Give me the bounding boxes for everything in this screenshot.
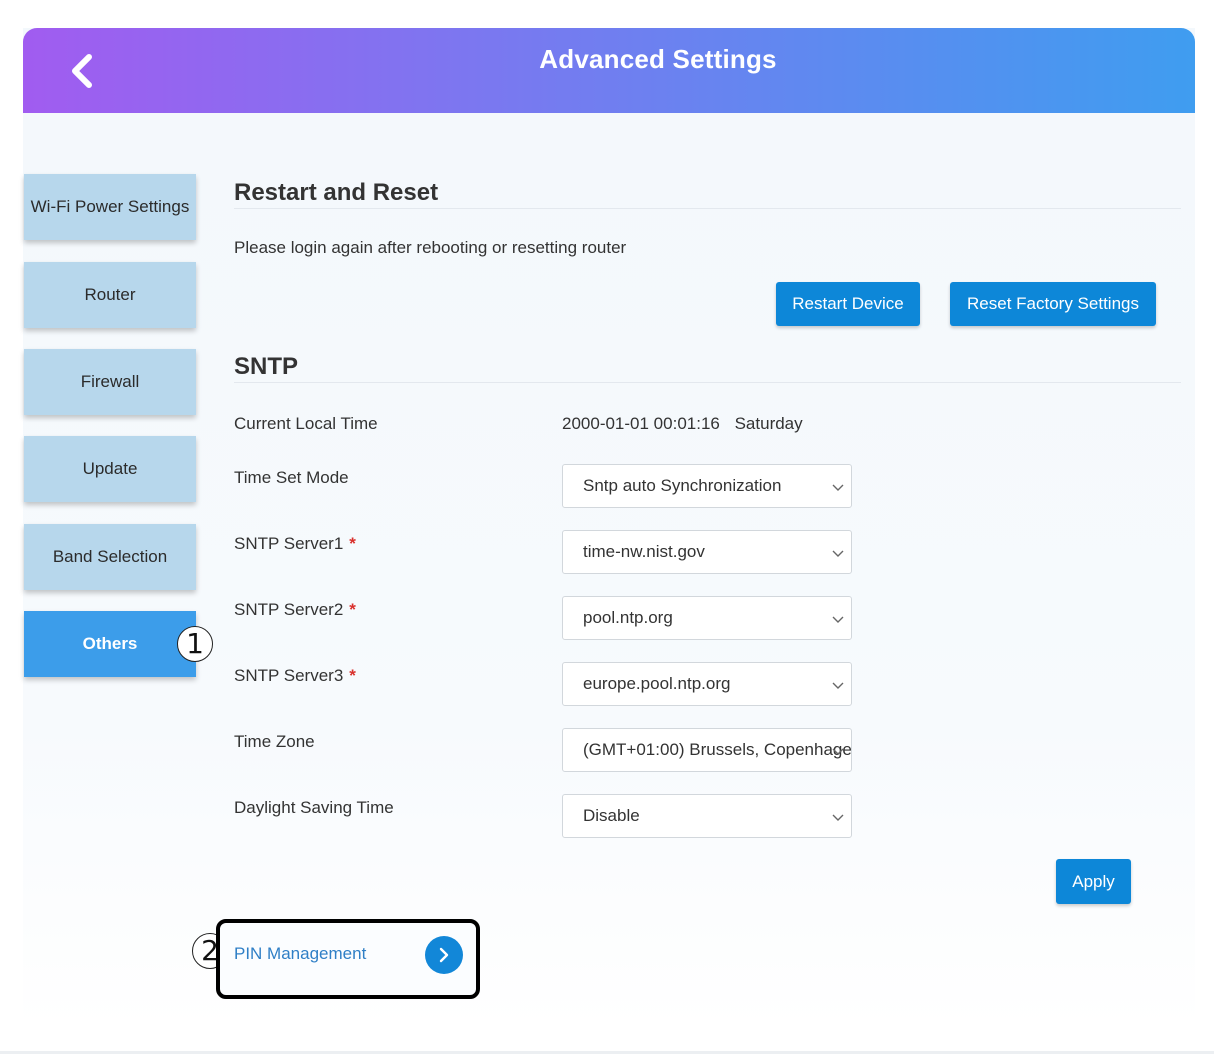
chevron-down-icon xyxy=(832,550,844,557)
page-title: Advanced Settings xyxy=(539,44,777,74)
header-bar: Advanced Settings xyxy=(23,28,1195,113)
sntp-server3-label: SNTP Server3 * xyxy=(234,666,356,686)
sntp-server3-value: europe.pool.ntp.org xyxy=(583,674,731,693)
daylight-saving-time-select[interactable]: Disable xyxy=(562,794,852,838)
sidebar-item-router[interactable]: Router xyxy=(24,262,196,328)
sidebar-item-label: Band Selection xyxy=(52,547,168,566)
section-divider xyxy=(234,208,1181,209)
sntp-server1-label-text: SNTP Server1 xyxy=(234,534,344,553)
sidebar-item-firewall[interactable]: Firewall xyxy=(24,349,196,415)
restart-reset-title: Restart and Reset xyxy=(234,179,439,206)
sidebar-item-label: Update xyxy=(82,459,138,478)
restart-device-button[interactable]: Restart Device xyxy=(776,282,920,326)
sidebar-item-label: Wi-Fi Power Settings xyxy=(30,197,190,216)
sntp-server1-select[interactable]: time-nw.nist.gov xyxy=(562,530,852,574)
time-zone-label: Time Zone xyxy=(234,732,315,751)
reboot-note: Please login again after rebooting or re… xyxy=(234,238,627,257)
pin-management-row[interactable]: PIN Management xyxy=(216,919,480,999)
chevron-down-icon xyxy=(832,682,844,689)
sidebar-item-label: Router xyxy=(84,285,136,304)
required-mark: * xyxy=(349,600,356,619)
chevron-right-icon xyxy=(439,947,449,963)
sntp-title: SNTP xyxy=(234,353,299,380)
required-mark: * xyxy=(349,534,356,553)
chevron-down-icon xyxy=(832,814,844,821)
sidebar-item-band-selection[interactable]: Band Selection xyxy=(24,524,196,590)
sidebar-item-label: Firewall xyxy=(80,372,140,391)
time-set-mode-label: Time Set Mode xyxy=(234,468,349,487)
sntp-server1-label: SNTP Server1 * xyxy=(234,534,356,554)
pin-management-link[interactable]: PIN Management xyxy=(234,944,366,964)
required-mark: * xyxy=(349,666,356,685)
sidebar-item-label: Others xyxy=(82,634,138,653)
daylight-saving-time-label: Daylight Saving Time xyxy=(234,798,394,817)
section-divider xyxy=(234,382,1181,383)
app-frame: Advanced Settings Wi-Fi Power Settings R… xyxy=(23,28,1195,1028)
current-local-time-value: 2000-01-01 00:01:16 Saturday xyxy=(562,414,803,434)
apply-button[interactable]: Apply xyxy=(1056,859,1131,904)
sidebar-item-update[interactable]: Update xyxy=(24,436,196,502)
bottom-divider xyxy=(0,1051,1214,1054)
chevron-down-icon xyxy=(832,616,844,623)
time-zone-value: (GMT+01:00) Brussels, Copenhagen xyxy=(583,740,852,759)
sntp-server3-select[interactable]: europe.pool.ntp.org xyxy=(562,662,852,706)
chevron-down-icon xyxy=(832,748,844,755)
sntp-server2-label-text: SNTP Server2 xyxy=(234,600,344,619)
sntp-server1-value: time-nw.nist.gov xyxy=(583,542,705,561)
time-set-mode-select[interactable]: Sntp auto Synchronization xyxy=(562,464,852,508)
current-date-time: 2000-01-01 00:01:16 xyxy=(562,414,720,433)
sntp-server2-select[interactable]: pool.ntp.org xyxy=(562,596,852,640)
sntp-server2-value: pool.ntp.org xyxy=(583,608,673,627)
time-set-mode-value: Sntp auto Synchronization xyxy=(583,476,782,495)
sntp-server2-label: SNTP Server2 * xyxy=(234,600,356,620)
daylight-saving-time-value: Disable xyxy=(583,806,640,825)
sntp-server3-label-text: SNTP Server3 xyxy=(234,666,344,685)
pin-management-arrow-button[interactable] xyxy=(425,936,463,974)
sidebar-item-others[interactable]: Others xyxy=(24,611,196,677)
time-zone-select[interactable]: (GMT+01:00) Brussels, Copenhagen xyxy=(562,728,852,772)
current-day: Saturday xyxy=(734,414,803,433)
reset-factory-settings-button[interactable]: Reset Factory Settings xyxy=(950,282,1156,326)
current-local-time-label: Current Local Time xyxy=(234,414,378,433)
annotation-badge-1: 1 xyxy=(177,626,213,662)
chevron-down-icon xyxy=(832,484,844,491)
sidebar-item-wifi-power-settings[interactable]: Wi-Fi Power Settings xyxy=(24,174,196,240)
